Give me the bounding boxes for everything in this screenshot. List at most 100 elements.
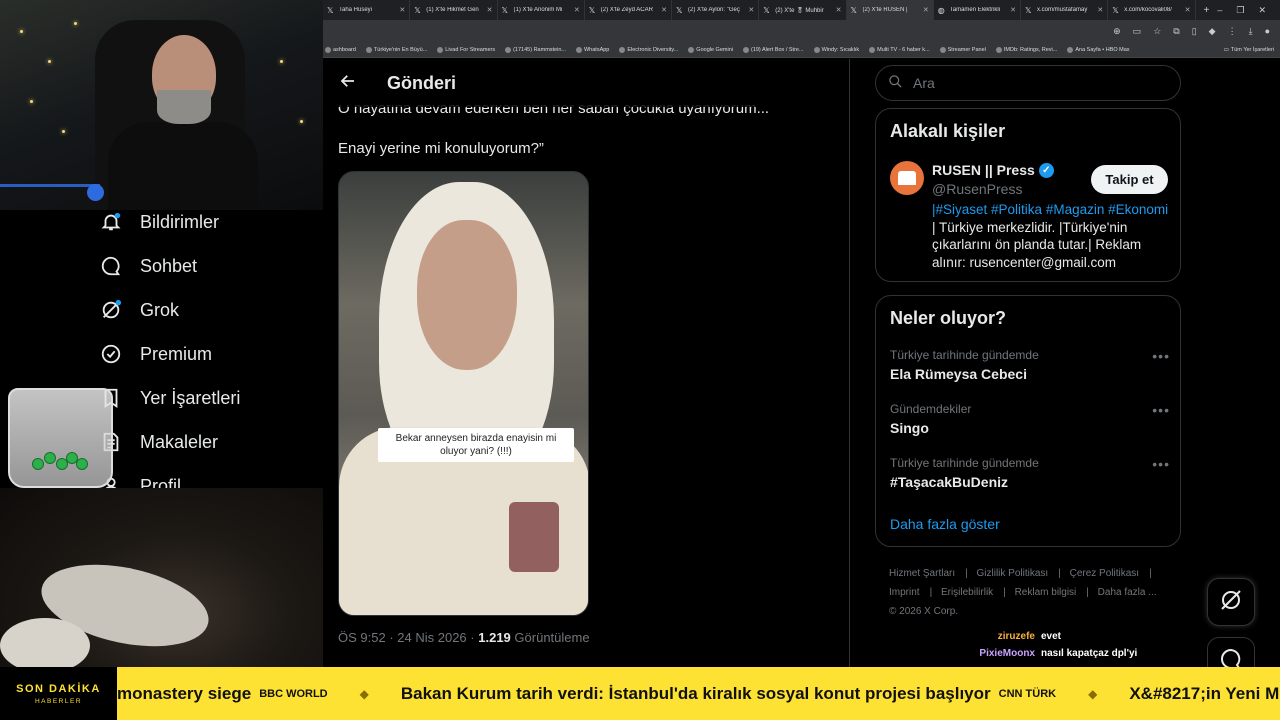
close-window-icon[interactable]: ✕ (1258, 5, 1266, 16)
folder-icon: ▭ (1223, 46, 1229, 53)
bookmark-item[interactable]: Multi TV - 6 haber k... (869, 46, 930, 53)
show-more-link[interactable]: Daha fazla göster (890, 516, 1000, 532)
close-icon[interactable]: ✕ (1097, 6, 1103, 14)
person-name[interactable]: RUSEN || Press ✓ (932, 162, 1054, 178)
new-tab-button[interactable]: + (1196, 5, 1218, 16)
footer-link[interactable]: Çerez Politikası (1070, 568, 1139, 579)
browser-tab[interactable]: 𝕏 Taha Hüseyi ✕ (323, 0, 411, 20)
bio-hashtags[interactable]: |#Siyaset #Politika #Magazin #Ekonomi (932, 202, 1168, 217)
sidebar-icon[interactable]: ▯ (1192, 26, 1197, 37)
browser-tab[interactable]: 𝕏 (2) X'te RUSEN | ✕ (846, 0, 934, 20)
tab-title: (2) X'te Aylon: "Geç (688, 7, 740, 13)
more-options-icon[interactable]: ••• (1152, 402, 1170, 418)
close-icon[interactable]: ✕ (1185, 6, 1191, 14)
close-icon[interactable]: ✕ (1010, 6, 1016, 14)
all-bookmarks-folder[interactable]: ▭ Tüm Yer İşaretleri (1224, 47, 1280, 53)
download-icon[interactable]: ⤓ (1249, 26, 1253, 37)
nav-grok[interactable]: Grok (100, 288, 323, 332)
post-time[interactable]: ÖS 9:52 (338, 630, 386, 645)
close-icon[interactable]: ✕ (836, 6, 842, 14)
bookmark-item[interactable]: IMDb: Ratings, Revi... (995, 46, 1057, 53)
right-sidebar: Ara Alakalı kişiler RUSEN || Press ✓ @Ru… (851, 59, 1280, 667)
close-icon[interactable]: ✕ (487, 6, 493, 14)
close-icon[interactable]: ✕ (923, 6, 929, 14)
bookmark-item[interactable]: (17145) Rammstein... (505, 46, 566, 53)
footer-link[interactable]: Gizlilik Politikası (977, 568, 1049, 579)
footer-link[interactable]: Erişilebilirlik (941, 587, 993, 598)
browser-tab[interactable]: 𝕏 (1) X'te Anonim Mi ✕ (498, 0, 585, 20)
back-arrow-icon[interactable] (323, 72, 371, 95)
x-logo-icon: 𝕏 (414, 5, 421, 15)
minimize-icon[interactable]: – (1217, 5, 1222, 16)
x-logo-icon: 𝕏 (501, 5, 508, 15)
x-logo-icon: 𝕏 (763, 5, 770, 15)
search-input[interactable]: Ara (875, 65, 1181, 101)
footer-link[interactable]: Hizmet Şartları (889, 568, 955, 579)
browser-tab[interactable]: 𝕏 (2) X'te 🎖 Muhbir ✕ (759, 0, 847, 20)
star-icon[interactable]: ☆ (1153, 26, 1161, 37)
trend-item[interactable]: Türkiye tarihinde gündemde Ela Rümeysa C… (890, 348, 1170, 382)
bookmark-favicon-icon (505, 46, 512, 53)
close-icon[interactable]: ✕ (399, 6, 405, 14)
search-placeholder: Ara (913, 75, 935, 91)
chat-username: PixieMoonx (979, 648, 1035, 659)
follow-button[interactable]: Takip et (1091, 165, 1168, 194)
extension-icon[interactable]: ◆ (1209, 26, 1216, 37)
zoom-icon[interactable]: ⊕ (1113, 26, 1121, 37)
bookmark-item[interactable]: Google Gemini (688, 46, 733, 53)
nav-articles[interactable]: Makaleler (100, 420, 323, 464)
diamond-icon: ◆ (1088, 686, 1098, 701)
tab-title: (2) X'te 🎖 Muhbir (775, 7, 824, 14)
extensions-icon[interactable]: ⧉ (1173, 26, 1179, 37)
bookmark-item[interactable]: Electronic Diversity... (619, 46, 678, 53)
browser-tab[interactable]: 𝕏 (1) X'te Hikmet Gen ✕ (410, 0, 498, 20)
cast-icon[interactable]: ▭ (1133, 26, 1142, 37)
maximize-icon[interactable]: ❐ (1236, 5, 1244, 16)
trend-item[interactable]: Gündemdekiler Singo ••• (890, 402, 1170, 436)
close-icon[interactable]: ✕ (661, 6, 667, 14)
bookmark-item[interactable]: Windy: Sıcaklık (813, 46, 859, 53)
browser-tab[interactable]: 𝕏 (2) X'te Zeyd ACAR ✕ (585, 0, 672, 20)
nav-notifications[interactable]: Bildirimler (100, 200, 323, 244)
globe-icon: ◍ (937, 5, 945, 15)
related-people-card: Alakalı kişiler RUSEN || Press ✓ @RusenP… (875, 108, 1181, 282)
close-icon[interactable]: ✕ (748, 6, 754, 14)
streamer-webcam (0, 0, 323, 210)
footer-link[interactable]: Imprint (889, 587, 920, 598)
bookmark-item[interactable]: WhatsApp (575, 46, 609, 53)
ticker-headline: X&#8217;in Yeni Me (1129, 683, 1280, 703)
trend-item[interactable]: Türkiye tarihinde gündemde #TaşacakBuDen… (890, 456, 1170, 490)
footer-link[interactable]: Reklam bilgisi (1015, 587, 1077, 598)
bookmark-favicon-icon (619, 46, 626, 53)
post-video[interactable]: Bekar anneysen birazda enayisin mi oluyo… (338, 171, 589, 616)
more-options-icon[interactable]: ••• (1152, 456, 1170, 472)
bio-text: | Türkiye merkezlidir. |Türkiye'nin çıka… (932, 219, 1142, 270)
menu-icon[interactable]: ⋮ (1228, 26, 1237, 37)
browser-tab[interactable]: 𝕏x.com/kocovali08/ ✕ (1108, 0, 1196, 20)
nav-premium[interactable]: Premium (100, 332, 323, 376)
bookmark-favicon-icon (325, 46, 331, 53)
grok-floating-button[interactable] (1207, 578, 1255, 626)
bookmark-item[interactable]: Streamer Panel (939, 46, 986, 53)
bookmark-item[interactable]: Livad For Streamers (437, 46, 495, 53)
more-options-icon[interactable]: ••• (1152, 348, 1170, 364)
nav-chat[interactable]: Sohbet (100, 244, 323, 288)
profile-avatar-icon[interactable]: ● (1265, 26, 1270, 36)
person-handle[interactable]: @RusenPress (932, 181, 1022, 197)
nav-bookmarks[interactable]: Yer İşaretleri (100, 376, 323, 420)
bookmark-item[interactable]: ashboard (325, 46, 356, 53)
nav-label: Bildirimler (140, 211, 220, 232)
browser-tab[interactable]: ◍ Tamamen Elektrikli ✕ (934, 0, 1021, 20)
browser-tab[interactable]: 𝕏 (2) X'te Aylon: "Geç ✕ (672, 0, 760, 20)
avatar[interactable] (890, 161, 924, 195)
browser-tab[interactable]: 𝕏x.com/mustafamay ✕ (1021, 0, 1109, 20)
bookmark-item[interactable]: Türkiye'nin En Büyü... (365, 46, 427, 53)
bookmark-item[interactable]: Ana Sayfa • HBO Max (1067, 46, 1130, 53)
tab-title: (2) X'te Zeyd ACAR (600, 7, 653, 13)
related-title: Alakalı kişiler (890, 121, 1006, 141)
close-icon[interactable]: ✕ (574, 6, 580, 14)
bookmark-item[interactable]: (19) Alert Box / Stre... (742, 46, 804, 53)
footer-link[interactable]: Daha fazla ... (1098, 587, 1157, 598)
post-date[interactable]: 24 Nis 2026 (397, 630, 466, 645)
tab-title: x.com/kocovali08/ (1124, 7, 1172, 13)
